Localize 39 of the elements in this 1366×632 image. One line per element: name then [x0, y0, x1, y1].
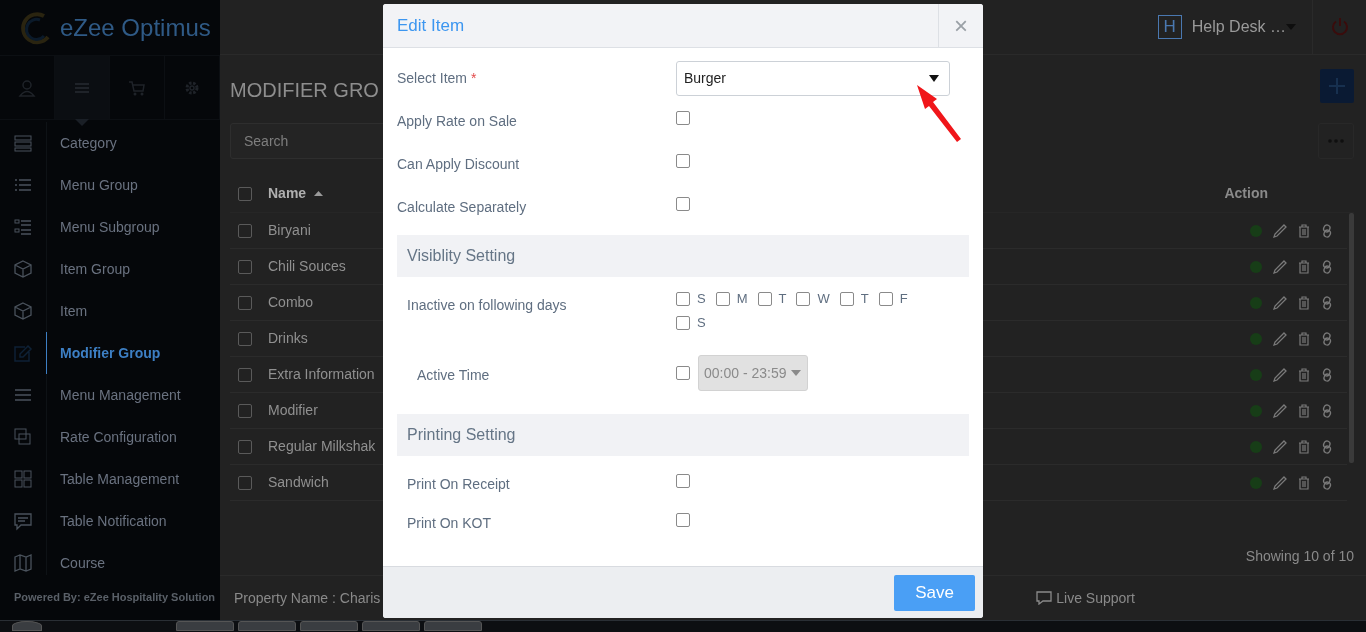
day-checkbox[interactable]: S	[676, 313, 706, 333]
property-dropdown[interactable]: Help Desk …	[1191, 15, 1286, 39]
table-cell-text: Modifier	[268, 401, 318, 420]
table-cell-text: Regular Milkshak	[268, 437, 376, 456]
field-label: Can Apply Discount	[397, 156, 520, 172]
table-cell-text: Drinks	[268, 329, 308, 348]
day-checkbox[interactable]: F	[878, 289, 908, 309]
field-label: Active Time	[417, 367, 490, 383]
day-checkbox[interactable]: T	[757, 289, 787, 309]
close-button[interactable]: ×	[938, 4, 983, 48]
section-header: Visiblity Setting	[397, 235, 969, 277]
required-mark: *	[470, 70, 477, 86]
column-header[interactable]: Name	[268, 183, 324, 204]
page-title: MODIFIER GRO	[230, 78, 379, 103]
save-button[interactable]: Save	[894, 574, 975, 611]
table-cell-text: Chili Souces	[268, 257, 346, 276]
live-support-link[interactable]: Live Support	[1036, 587, 1135, 609]
dialog-title: Edit Item	[396, 14, 466, 37]
select-field[interactable]: Burger	[676, 61, 950, 96]
table-cell-text: Combo	[268, 293, 314, 312]
column-header[interactable]: Action	[1224, 183, 1268, 204]
powered-by-text: Powered By: eZee Hospitality Solution	[13, 590, 217, 606]
field-label: Inactive on following days	[407, 297, 567, 313]
table-cell-text: Extra Information	[268, 365, 375, 384]
day-checkbox[interactable]: T	[839, 289, 869, 309]
field-label: Select Item	[397, 70, 468, 86]
pagination-text: Showing 10 of 10	[1245, 547, 1354, 566]
table-cell-text: Biryani	[268, 221, 311, 240]
day-checkbox[interactable]: W	[796, 289, 830, 309]
day-checkbox[interactable]: M	[715, 289, 748, 309]
logo-text: eZee Optimus	[60, 12, 211, 43]
field-label: Print On KOT	[407, 515, 492, 531]
property-name-text: Property Name : Charis	[234, 588, 381, 608]
field-label: Print On Receipt	[407, 476, 510, 492]
day-checkbox[interactable]: S	[676, 289, 706, 309]
section-header: Printing Setting	[397, 414, 969, 456]
table-cell-text: Sandwich	[268, 473, 329, 492]
property-badge: H	[1157, 15, 1182, 39]
field-label: Calculate Separately	[397, 199, 527, 215]
